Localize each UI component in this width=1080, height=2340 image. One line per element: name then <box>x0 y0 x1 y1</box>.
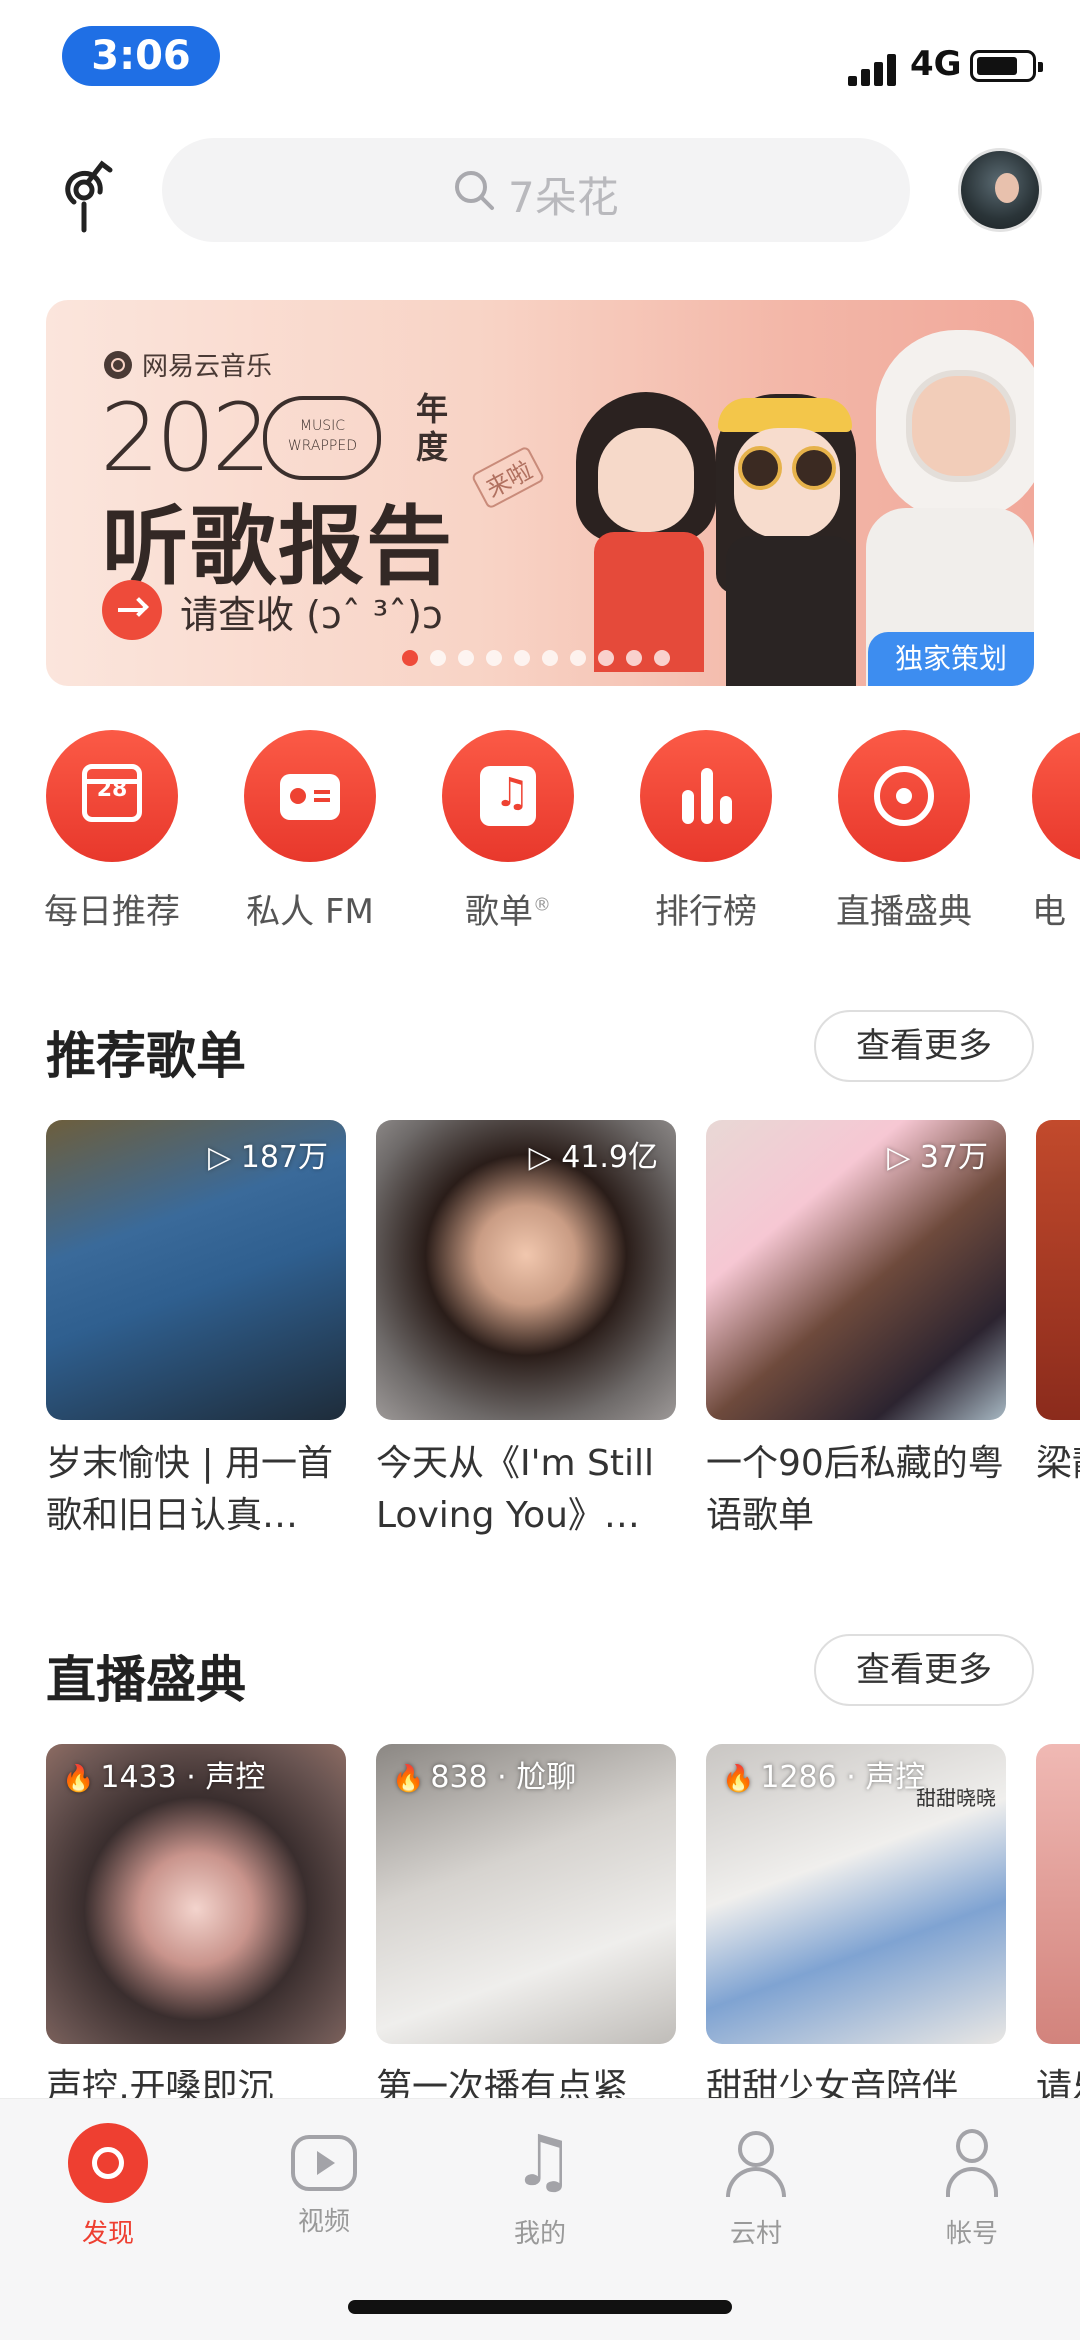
arrow-right-icon[interactable] <box>102 580 162 640</box>
banner-year-suffix: 年度 <box>416 390 449 466</box>
section-title-recommend: 推荐歌单 <box>46 1027 246 1085</box>
flame-icon: 🔥 <box>62 1764 95 1794</box>
chart-bars-icon <box>682 768 732 824</box>
playlist-card[interactable]: 梁静 <box>1036 1120 1080 1542</box>
play-count: 37万 <box>887 1132 988 1176</box>
search-placeholder: 7朵花 <box>508 173 619 222</box>
playlist-icon <box>480 766 536 826</box>
entry-private-fm[interactable]: 私人 FM <box>240 730 380 933</box>
playlist-card[interactable]: 187万 岁末愉快 | 用一首歌和旧日认真… <box>46 1120 346 1542</box>
discover-icon <box>68 2123 148 2203</box>
entry-label: 电 <box>1032 892 1066 932</box>
playlist-title: 岁末愉快 | 用一首歌和旧日认真… <box>46 1443 334 1536</box>
cover-watermark: 甜甜晓晓 <box>916 1786 996 1810</box>
live-cover: 🔥 1286 · 声控 甜甜晓晓 <box>706 1744 1006 2044</box>
tab-community[interactable]: 云村 <box>696 2123 816 2250</box>
network-type: 4G <box>910 44 962 84</box>
playlist-cover: 187万 <box>46 1120 346 1420</box>
tab-label: 我的 <box>513 2219 566 2249</box>
live-tag: 🔥 1433 · 声控 <box>62 1760 266 1795</box>
live-icon <box>874 766 934 826</box>
entry-label: 直播盛典 <box>836 892 972 932</box>
entry-charts[interactable]: 排行榜 <box>636 730 776 933</box>
voice-search-icon[interactable] <box>54 156 122 236</box>
banner-pagination[interactable] <box>402 650 670 666</box>
exclusive-badge: 独家策划 <box>868 632 1034 686</box>
signal-icon <box>848 52 898 86</box>
banner-stamp: 来啦 <box>470 445 546 510</box>
play-count: 187万 <box>208 1132 328 1176</box>
play-count: 41.9亿 <box>529 1132 658 1176</box>
section-title-live: 直播盛典 <box>46 1651 246 1709</box>
playlist-cover <box>1036 1120 1080 1420</box>
entry-label: 歌单® <box>465 892 551 932</box>
entry-label: 排行榜 <box>655 892 757 932</box>
home-indicator[interactable] <box>348 2300 732 2314</box>
entry-playlist[interactable]: 歌单® <box>438 730 578 933</box>
playlist-card[interactable]: 37万 一个90后私藏的粤语歌单 <box>706 1120 1006 1542</box>
banner-brand: 网易云音乐 <box>104 346 272 383</box>
account-icon <box>932 2123 1012 2203</box>
entry-live-gala[interactable]: 直播盛典 <box>834 730 974 933</box>
search-icon <box>455 171 494 210</box>
user-avatar[interactable] <box>958 148 1042 232</box>
tab-label: 云村 <box>729 2219 782 2249</box>
status-time[interactable]: 3:06 <box>62 26 220 86</box>
playlist-cover: 41.9亿 <box>376 1120 676 1420</box>
live-tag: 🔥 838 · 尬聊 <box>392 1760 577 1795</box>
tab-account[interactable]: 帐号 <box>912 2123 1032 2250</box>
entry-label: 私人 FM <box>246 892 374 932</box>
live-cover: 🔥 1433 · 声控 <box>46 1744 346 2044</box>
status-bar: 3:06 4G <box>0 0 1080 120</box>
tab-label: 视频 <box>297 2207 350 2237</box>
entry-daily-recommend[interactable]: 28 每日推荐 <box>42 730 182 933</box>
live-more-button[interactable]: 查看更多 <box>814 1634 1034 1706</box>
calendar-icon: 28 <box>82 764 142 822</box>
community-icon <box>716 2123 796 2203</box>
tab-discover[interactable]: 发现 <box>48 2123 168 2250</box>
tab-label: 帐号 <box>945 2219 998 2249</box>
playlist-title: 今天从《I'm Still Loving You》… <box>376 1443 654 1536</box>
playlist-title: 梁静 <box>1036 1443 1080 1484</box>
flame-icon: 🔥 <box>392 1764 425 1794</box>
live-cover: 🔥 838 · 尬聊 <box>376 1744 676 2044</box>
playlist-card[interactable]: 41.9亿 今天从《I'm Still Loving You》… <box>376 1120 676 1542</box>
banner-cta: 请查收 (ɔˆ ³ˆ)ɔ <box>180 593 443 637</box>
playlist-title: 一个90后私藏的粤语歌单 <box>706 1443 1004 1536</box>
banner-headline: 听歌报告 <box>102 497 454 597</box>
recommend-more-button[interactable]: 查看更多 <box>814 1010 1034 1082</box>
video-icon <box>291 2135 357 2191</box>
netease-logo-icon <box>104 350 132 379</box>
entry-label: 每日推荐 <box>44 892 180 932</box>
tab-mine[interactable]: 我的 <box>480 2121 600 2250</box>
radio-icon <box>280 774 340 820</box>
year-report-banner[interactable]: 网易云音乐 202 MUSIC WRAPPED 年度 听歌报告 来啦 请查收 (ɔˆ… <box>46 300 1034 686</box>
entry-partial[interactable]: 电 <box>1032 730 1080 933</box>
live-cover <box>1036 1744 1080 2044</box>
live-tag: 🔥 1286 · 声控 <box>722 1760 926 1795</box>
tab-video[interactable]: 视频 <box>264 2123 384 2238</box>
search-bar[interactable]: 7朵花 <box>162 138 910 242</box>
music-wrapped-mark: MUSIC WRAPPED <box>263 396 382 480</box>
playlist-cover: 37万 <box>706 1120 1006 1420</box>
battery-icon <box>970 50 1043 82</box>
flame-icon: 🔥 <box>722 1764 755 1794</box>
music-note-icon <box>500 2121 580 2203</box>
tab-label: 发现 <box>81 2219 134 2249</box>
